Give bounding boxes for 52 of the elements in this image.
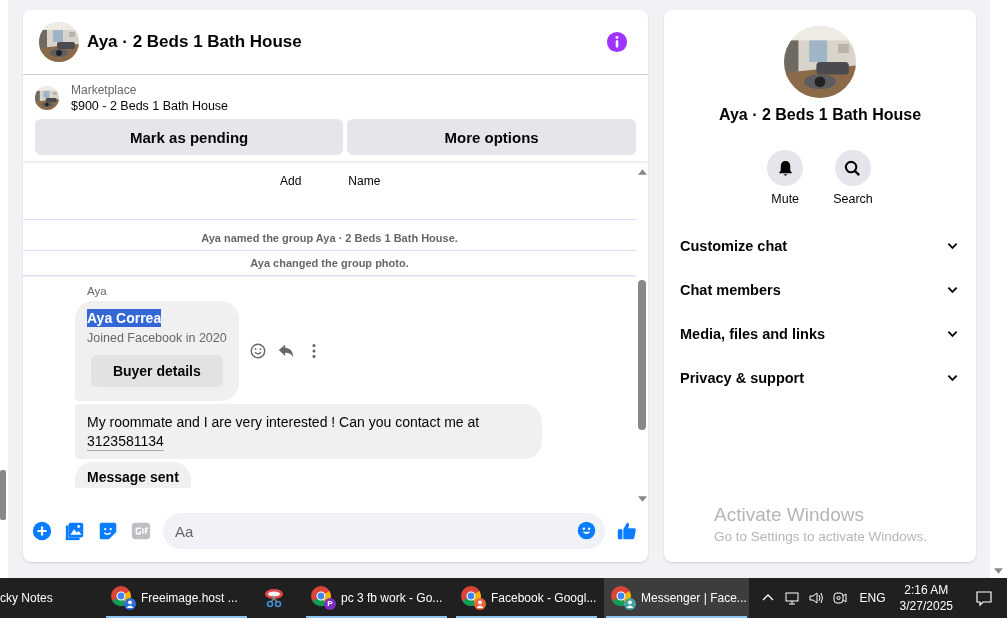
info-icon[interactable] (606, 31, 628, 53)
action-label: Mute (771, 192, 800, 206)
volume-icon[interactable] (807, 590, 824, 606)
scissors-icon (262, 586, 286, 610)
listing-action-button[interactable]: More options (347, 119, 636, 155)
mute-button[interactable] (767, 150, 804, 186)
group-action-label[interactable]: Add (280, 174, 302, 220)
chat-title: Aya · 2 Beds 1 Bath House (87, 32, 303, 52)
buyer-details-button[interactable]: Buyer details (90, 355, 223, 387)
action-label: Search (833, 192, 873, 206)
emoji-icon[interactable] (576, 520, 597, 541)
activation-title: Activate Windows (714, 504, 865, 526)
scroll-down-icon[interactable] (994, 568, 1003, 574)
scrollbar-thumb[interactable] (0, 470, 6, 520)
taskbar-app[interactable]: P pc 3 fb work - Go... (304, 578, 449, 618)
phone-link[interactable]: 3123581134 (87, 432, 164, 451)
taskbar-app[interactable]: Facebook - Googl... (454, 578, 599, 618)
taskbar-app[interactable]: Freeimage.host ... (104, 578, 249, 618)
group-action-label[interactable]: Name (348, 174, 381, 220)
buyer-joined: Joined Facebook in 2020 (87, 331, 227, 345)
section-header[interactable]: Customize chat (672, 224, 968, 268)
image-icon[interactable] (64, 520, 86, 542)
sticker-icon[interactable] (97, 520, 119, 542)
message-input[interactable]: Aa (163, 513, 605, 549)
clock[interactable]: 2:16 AM 3/27/2025 (899, 582, 953, 614)
listing-title: $900 - 2 Beds 1 Bath House (71, 99, 229, 113)
status-text: Message sent (87, 469, 179, 485)
profile-badge: P (324, 598, 336, 610)
scrollbar-thumb[interactable] (638, 280, 646, 430)
thumbs-up-icon[interactable] (616, 520, 638, 542)
language-indicator[interactable]: ENG (859, 591, 886, 605)
section-header[interactable]: Privacy & support (672, 356, 968, 400)
section-header[interactable]: Chat members (672, 268, 968, 312)
search-icon (843, 158, 863, 178)
listing-action-button[interactable]: Mark as pending (35, 119, 344, 155)
taskbar-app[interactable]: cky Notes (0, 578, 100, 618)
message-text: My roommate and I are very interested ! Can you contact me at (87, 413, 480, 432)
scroll-up-icon[interactable] (637, 169, 647, 175)
listing-source: Marketplace (71, 83, 138, 97)
system-message: Aya changed the group photo. (23, 251, 636, 276)
taskbar-app[interactable]: Messenger | Face... (604, 578, 749, 618)
add-icon[interactable] (31, 520, 53, 542)
network-icon[interactable] (783, 590, 800, 606)
search-button[interactable] (835, 150, 871, 186)
chat-title: Aya · 2 Beds 1 Bath House (718, 106, 922, 124)
section-header[interactable]: Media, files and links (672, 312, 968, 356)
notification-icon[interactable] (975, 589, 993, 607)
scroll-down-icon[interactable] (637, 496, 647, 502)
emoji-icon[interactable] (248, 342, 267, 360)
camera-icon[interactable] (831, 590, 848, 606)
activation-message: Go to Settings to activate Windows. (714, 529, 929, 544)
system-message: Aya named the group Aya · 2 Beds 1 Bath House. (23, 220, 636, 251)
